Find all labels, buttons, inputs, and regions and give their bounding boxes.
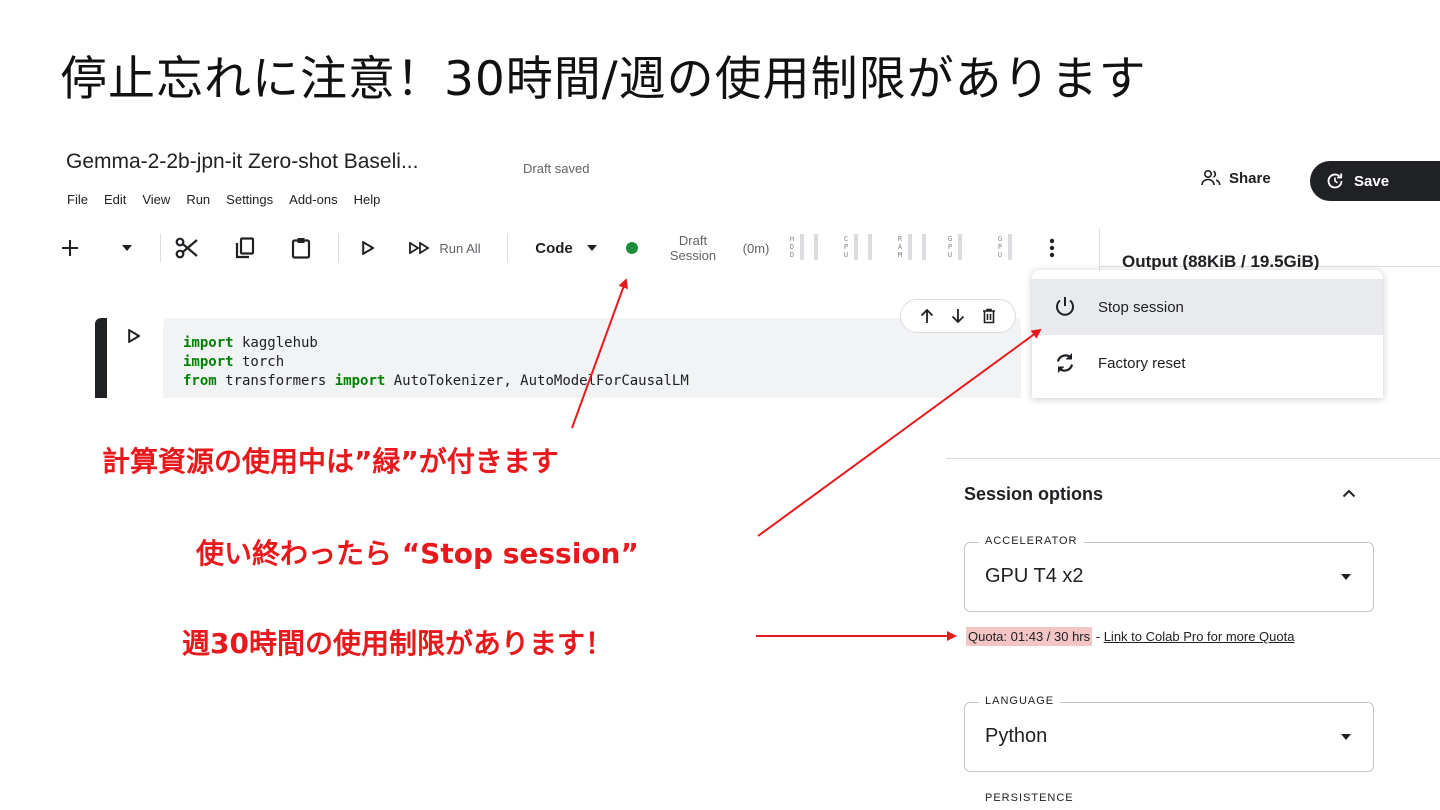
arrow-to-green-dot: [571, 278, 628, 429]
arrow-to-stop-session: [757, 328, 1042, 537]
annotation-arrows: [571, 278, 1042, 641]
